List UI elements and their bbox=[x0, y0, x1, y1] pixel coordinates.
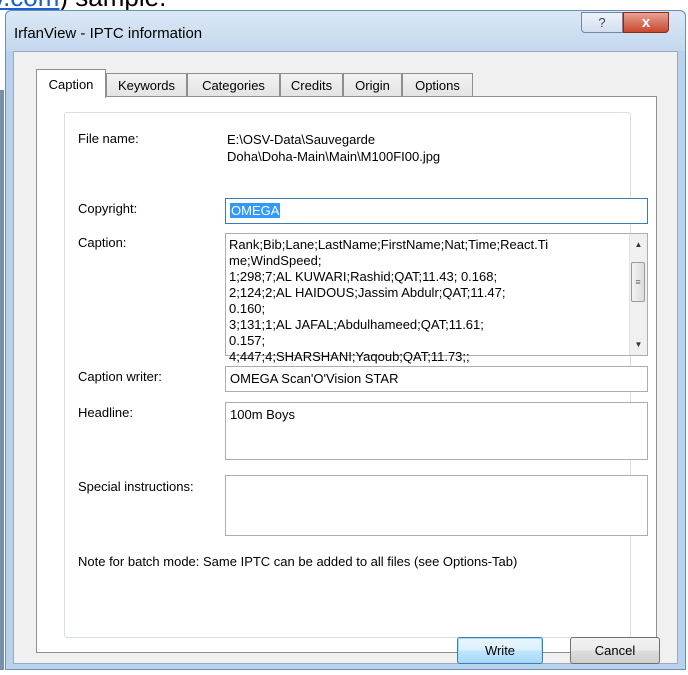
tab-keywords[interactable]: Keywords bbox=[106, 73, 187, 97]
close-icon: x bbox=[641, 14, 651, 31]
copyright-label: Copyright: bbox=[78, 201, 138, 216]
dialog-client-area: Caption Keywords Categories Credits Orig… bbox=[13, 51, 678, 664]
headline-textarea[interactable]: 100m Boys bbox=[225, 402, 648, 460]
copyright-selected-text: OMEGA bbox=[230, 203, 281, 218]
caption-line: Rank;Bib;Lane;LastName;FirstName;Nat;Tim… bbox=[229, 237, 549, 252]
caption-text: Rank;Bib;Lane;LastName;FirstName;Nat;Tim… bbox=[229, 237, 549, 365]
caption-group-box: File name: E:\OSV-Data\Sauvegarde Doha\D… bbox=[64, 112, 648, 638]
close-button[interactable]: x bbox=[623, 12, 669, 33]
caption-line: 2;124;2;AL HAIDOUS;Jassim Abdulr;QAT;11.… bbox=[229, 285, 506, 316]
file-name-label: File name: bbox=[78, 131, 139, 146]
iptc-dialog: IrfanView - IPTC information ? x Caption… bbox=[5, 10, 686, 670]
tab-caption[interactable]: Caption bbox=[36, 69, 106, 98]
write-button[interactable]: Write bbox=[457, 637, 543, 664]
tab-categories[interactable]: Categories bbox=[187, 73, 280, 97]
caption-line: me;WindSpeed; bbox=[229, 253, 322, 268]
special-instructions-label: Special instructions: bbox=[78, 479, 194, 494]
caption-label: Caption: bbox=[78, 235, 127, 250]
caption-writer-label: Caption writer: bbox=[78, 369, 162, 384]
copyright-input[interactable]: OMEGA bbox=[225, 198, 648, 224]
caption-line: 1;298;7;AL KUWARI;Rashid;QAT;11.43; 0.16… bbox=[229, 269, 498, 284]
file-name-value-line2: Doha\Doha-Main\Main\M100FI00.jpg bbox=[227, 149, 441, 164]
scroll-thumb[interactable]: ≡ bbox=[631, 262, 645, 302]
title-bar[interactable]: IrfanView - IPTC information ? x bbox=[6, 11, 685, 51]
window-title: IrfanView - IPTC information bbox=[14, 25, 203, 42]
caption-textarea[interactable]: Rank;Bib;Lane;LastName;FirstName;Nat;Tim… bbox=[225, 233, 648, 364]
help-button[interactable]: ? bbox=[581, 12, 623, 33]
background-window-edge bbox=[0, 90, 4, 670]
caption-writer-input[interactable]: OMEGA Scan'O'Vision STAR bbox=[225, 366, 648, 392]
file-name-value-line1: E:\OSV-Data\Sauvegarde bbox=[227, 132, 376, 147]
scroll-up-arrow-icon[interactable]: ▲ bbox=[630, 236, 647, 253]
cancel-button[interactable]: Cancel bbox=[570, 637, 660, 664]
caption-line: 4;447;4;SHARSHANI;Yaqoub;QAT;11.73;; bbox=[229, 349, 470, 364]
tab-credits[interactable]: Credits bbox=[280, 73, 343, 97]
special-instructions-textarea[interactable] bbox=[225, 475, 648, 536]
question-icon: ? bbox=[598, 15, 606, 30]
batch-mode-note: Note for batch mode: Same IPTC can be ad… bbox=[78, 554, 518, 569]
tab-origin[interactable]: Origin bbox=[343, 73, 402, 97]
caption-tab-panel: File name: E:\OSV-Data\Sauvegarde Doha\D… bbox=[36, 96, 657, 653]
caption-scrollbar[interactable]: ▲ ≡ ▼ bbox=[629, 234, 647, 355]
tab-options[interactable]: Options bbox=[402, 73, 473, 97]
scroll-down-arrow-icon[interactable]: ▼ bbox=[630, 336, 647, 353]
caption-line: 3;131;1;AL JAFAL;Abdulhameed;QAT;11.61; … bbox=[229, 317, 484, 348]
headline-label: Headline: bbox=[78, 405, 133, 420]
